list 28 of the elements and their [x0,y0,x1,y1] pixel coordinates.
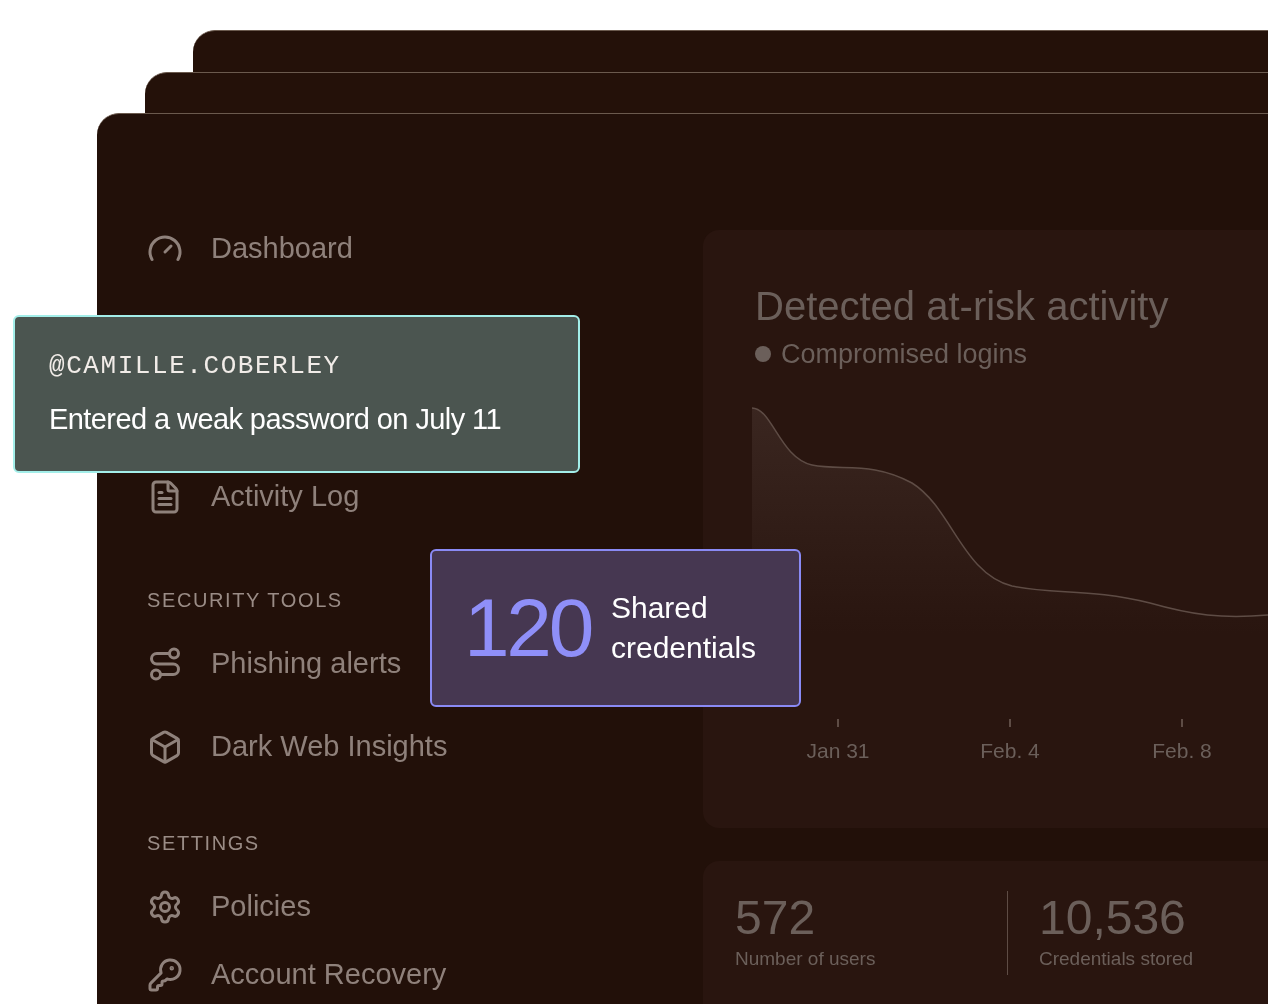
section-heading: SECURITY TOOLS [147,590,343,610]
key-icon [147,957,183,993]
shared-label: Shared credentials [611,590,758,666]
legend-label: Compromised logins [781,338,1028,371]
axis-tick [837,718,839,727]
username: @CAMILLE.COBERLEY [49,350,342,383]
nav-link[interactable]: Phishing alerts [211,642,402,686]
axis-tick [1009,718,1011,727]
nav-link[interactable]: Policies [211,885,311,929]
stat-value: 10,536 [1039,891,1187,945]
nav-link[interactable]: Dashboard [211,227,353,271]
axis-label: Jan 31 [806,737,870,764]
nav-link[interactable]: Account Recovery [211,953,447,997]
route-icon [147,646,183,682]
axis-label: Feb. 8 [1152,737,1212,764]
chart-title: Detected at-risk activity [755,283,1170,330]
stat-value: 572 [735,891,817,945]
stat-label: Number of users [735,947,877,971]
stat-label: Credentials stored [1039,947,1194,971]
shared-count: 120 [464,587,591,669]
axis-tick [1181,718,1183,727]
nav-link[interactable]: Dark Web Insights [211,725,448,769]
section-heading: SETTINGS [147,833,260,853]
cube-icon [147,729,183,765]
settings-icon [147,889,183,925]
axis-label: Feb. 4 [980,737,1040,764]
nav-link[interactable]: Activity Log [211,475,360,519]
alert-message: Entered a weak password on July 11 [49,402,503,437]
